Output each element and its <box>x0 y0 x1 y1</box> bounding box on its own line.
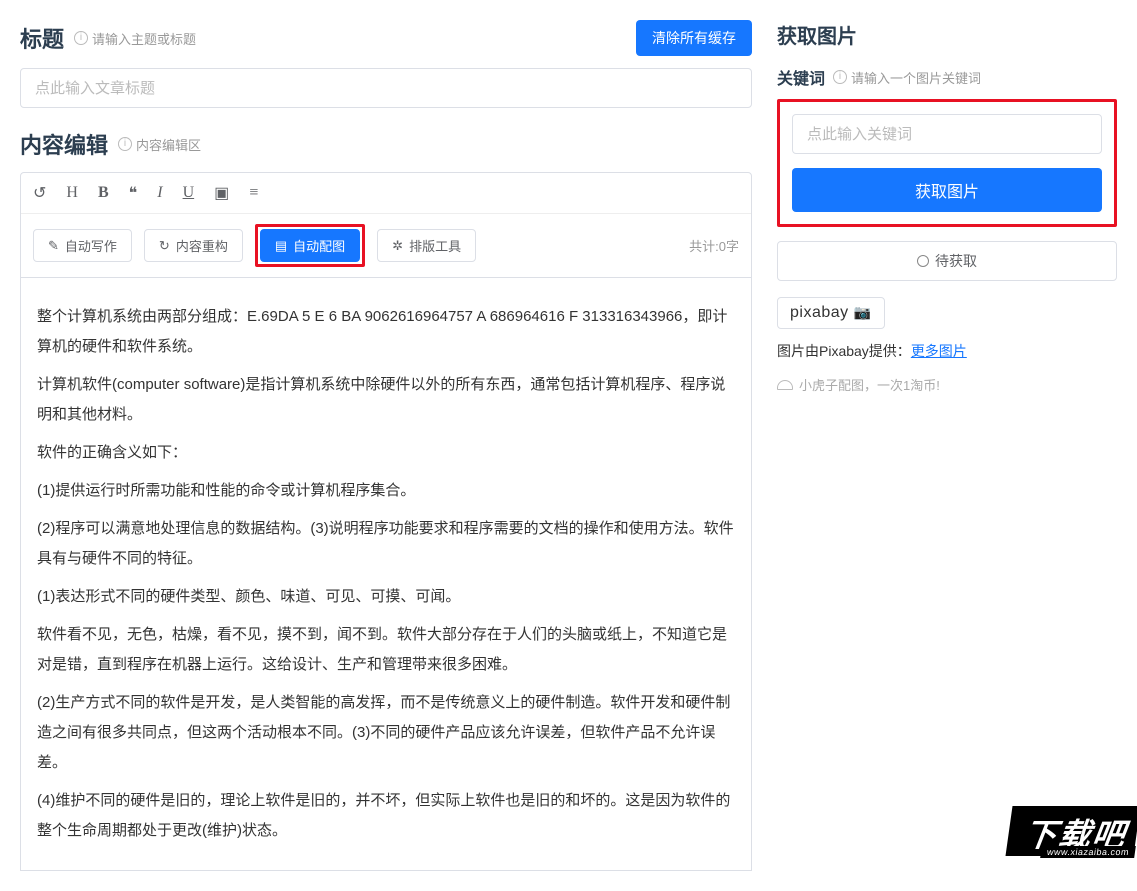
editor-paragraph: 软件的正确含义如下： <box>37 438 735 468</box>
editor-paragraph: 软件看不见，无色，枯燥，看不见，摸不到，闻不到。软件大部分存在于人们的头脑或纸上… <box>37 620 735 680</box>
image-icon[interactable]: ▣ <box>214 183 229 203</box>
article-title-input[interactable] <box>20 68 752 108</box>
pixabay-logo: pixabay 📷 <box>777 297 885 329</box>
content-label: 内容编辑 <box>20 128 108 160</box>
title-hint: i 请输入主题或标题 <box>74 29 196 48</box>
cloud-icon <box>777 380 793 390</box>
content-hint: i 内容编辑区 <box>118 135 201 154</box>
italic-icon[interactable]: I <box>157 184 162 202</box>
settings-icon: ✲ <box>392 238 403 254</box>
keyword-input[interactable] <box>792 114 1102 154</box>
word-count: 共计:0字 <box>689 236 739 255</box>
align-icon[interactable]: ≡ <box>249 184 258 202</box>
underline-icon[interactable]: U <box>183 184 195 202</box>
highlight-frame: 获取图片 <box>777 99 1117 227</box>
editor-toolbar: ↺ H B ❝ I U ▣ ≡ ✎自动写作 ↻内容重构 ▤自动配图 ✲排版工具 … <box>20 172 752 278</box>
editor-paragraph: (4)维护不同的硬件是旧的，理论上软件是旧的，并不坏，但实际上软件也是旧的和坏的… <box>37 786 735 846</box>
editor-paragraph: (2)程序可以满意地处理信息的数据结构。(3)说明程序功能要求和程序需要的文档的… <box>37 514 735 574</box>
clear-cache-button[interactable]: 清除所有缓存 <box>636 20 752 56</box>
pencil-icon: ✎ <box>48 238 59 254</box>
get-image-button[interactable]: 获取图片 <box>792 168 1102 212</box>
camera-icon: 📷 <box>854 304 872 320</box>
quote-icon[interactable]: ❝ <box>129 183 138 203</box>
bold-icon[interactable]: B <box>98 184 109 202</box>
main-column: 标题 i 请输入主题或标题 清除所有缓存 内容编辑 i 内容编辑区 ↺ H B … <box>0 0 772 891</box>
keyword-header: 关键词 i 请输入一个图片关键词 <box>777 65 1117 89</box>
refresh-icon: ↻ <box>159 238 170 254</box>
tool-buttons-row: ✎自动写作 ↻内容重构 ▤自动配图 ✲排版工具 共计:0字 <box>21 214 751 277</box>
info-icon: i <box>74 31 88 45</box>
watermark-url: www.xiazaiba.com <box>1040 846 1136 858</box>
undo-icon[interactable]: ↺ <box>33 183 46 203</box>
info-icon: i <box>118 137 132 151</box>
auto-write-button[interactable]: ✎自动写作 <box>33 229 132 262</box>
footer-note: 小虎子配图，一次1淘币! <box>777 375 1117 394</box>
editor-paragraph: 整个计算机系统由两部分组成：E.69DA 5 E 6 BA 9062616964… <box>37 302 735 362</box>
get-image-section: 获取图片 关键词 i 请输入一个图片关键词 获取图片 待获取 pixabay 📷 <box>777 20 1117 394</box>
auto-image-button[interactable]: ▤自动配图 <box>260 229 360 262</box>
title-section-header: 标题 i 请输入主题或标题 清除所有缓存 <box>20 20 752 56</box>
layout-tool-button[interactable]: ✲排版工具 <box>377 229 476 262</box>
restructure-button[interactable]: ↻内容重构 <box>144 229 243 262</box>
info-icon: i <box>833 70 847 84</box>
circle-icon <box>917 255 929 267</box>
keyword-hint: i 请输入一个图片关键词 <box>833 68 981 87</box>
picture-icon: ▤ <box>275 238 287 254</box>
heading-icon[interactable]: H <box>66 184 78 202</box>
editor-paragraph: (1)提供运行时所需功能和性能的命令或计算机程序集合。 <box>37 476 735 506</box>
pending-button[interactable]: 待获取 <box>777 241 1117 281</box>
editor-content[interactable]: 整个计算机系统由两部分组成：E.69DA 5 E 6 BA 9062616964… <box>20 278 752 871</box>
more-images-link[interactable]: 更多图片 <box>911 343 967 359</box>
format-toolbar-row: ↺ H B ❝ I U ▣ ≡ <box>21 173 751 214</box>
content-section-header: 内容编辑 i 内容编辑区 <box>20 128 752 160</box>
keyword-label: 关键词 <box>777 65 825 89</box>
highlight-box: ▤自动配图 <box>255 224 365 267</box>
editor-paragraph: (1)表达形式不同的硬件类型、颜色、味道、可见、可摸、可闻。 <box>37 582 735 612</box>
editor-paragraph: (2)生产方式不同的软件是开发，是人类智能的高发挥，而不是传统意义上的硬件制造。… <box>37 688 735 778</box>
editor-paragraph: 计算机软件(computer software)是指计算机系统中除硬件以外的所有… <box>37 370 735 430</box>
image-credit: 图片由Pixabay提供：更多图片 <box>777 341 1117 361</box>
get-image-title: 获取图片 <box>777 20 1117 49</box>
title-label: 标题 <box>20 22 64 54</box>
sidebar: 获取图片 关键词 i 请输入一个图片关键词 获取图片 待获取 pixabay 📷 <box>772 0 1137 891</box>
